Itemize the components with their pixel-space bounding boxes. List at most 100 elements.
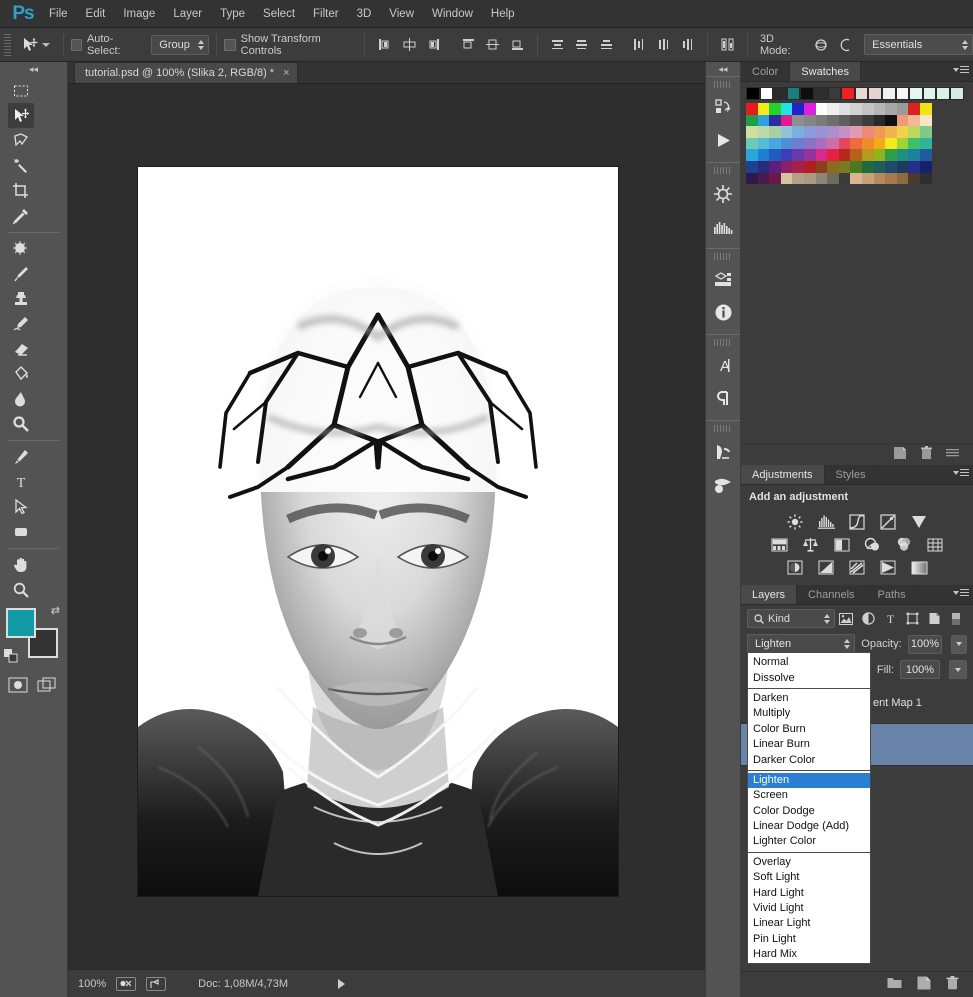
invert-icon[interactable] [787,559,804,576]
color-balance-icon[interactable] [802,536,819,553]
swatch-cell[interactable] [781,103,793,115]
opacity-slider-arrow-icon[interactable] [951,635,967,654]
swatch-cell[interactable] [850,103,862,115]
swatch-recent[interactable] [746,87,760,100]
menu-file[interactable]: File [40,4,77,24]
swatch-recent[interactable] [868,87,882,100]
curves-icon[interactable] [849,513,866,530]
blend-mode-dropdown[interactable]: Lighten [747,634,855,654]
swatch-recent[interactable] [855,87,869,100]
blur-tool[interactable] [8,386,34,411]
swatch-cell[interactable] [920,115,932,127]
history-brush-tool[interactable] [8,311,34,336]
swatch-recent[interactable] [896,87,910,100]
distribute-bottom-edges-button[interactable] [596,34,617,56]
hand-tool[interactable] [8,552,34,577]
menu-image[interactable]: Image [114,4,164,24]
swatch-cell[interactable] [874,138,886,150]
swatch-cell[interactable] [769,161,781,173]
vibrance-icon[interactable] [911,513,928,530]
document-tab[interactable]: tutorial.psd @ 100% (Slika 2, RGB/8) * × [74,62,298,83]
blend-mode-option[interactable]: Linear Dodge (Add) [748,819,870,834]
blend-mode-option[interactable]: Dissolve [748,671,870,686]
swatch-cell[interactable] [897,149,909,161]
edit-in-quick-mask-mode-button[interactable] [8,672,29,697]
options-bar-grip[interactable] [4,34,11,56]
swatch-cell[interactable] [874,126,886,138]
distribute-top-edges-button[interactable] [547,34,568,56]
spot-healing-brush-tool[interactable] [8,236,34,261]
menu-view[interactable]: View [380,4,423,24]
swatch-recent[interactable] [787,87,801,100]
3d-orbit-icon[interactable] [811,34,832,56]
swatch-cell[interactable] [792,103,804,115]
info-icon[interactable] [706,296,740,329]
panel-menu-icon[interactable] [953,66,969,73]
swatch-cell[interactable] [758,138,770,150]
swatch-cell[interactable] [920,149,932,161]
blend-mode-option[interactable]: Darken [748,691,870,706]
swatch-cell[interactable] [758,161,770,173]
swatch-cell[interactable] [920,138,932,150]
photo-filter-icon[interactable] [864,536,881,553]
swatch-cell[interactable] [827,138,839,150]
swatch-cell[interactable] [769,149,781,161]
swatch-cell[interactable] [908,161,920,173]
tab-layers[interactable]: Layers [741,585,797,604]
blend-mode-option[interactable]: Lighten [748,773,870,788]
align-left-edges-button[interactable] [374,34,395,56]
blend-mode-option[interactable]: Hard Light [748,886,870,901]
swatch-recent[interactable] [882,87,896,100]
blend-mode-option[interactable]: Normal [748,655,870,670]
swatch-cell[interactable] [908,103,920,115]
share-icon[interactable] [146,977,166,991]
swatch-cell[interactable] [827,126,839,138]
swatch-cell[interactable] [908,126,920,138]
swatches-grid[interactable] [746,103,941,184]
black-white-icon[interactable] [833,536,850,553]
swatch-cell[interactable] [885,103,897,115]
swatch-cell[interactable] [850,161,862,173]
layer-filter-kind-dropdown[interactable]: Kind [747,609,835,628]
swatch-cell[interactable] [920,173,932,185]
menu-select[interactable]: Select [254,4,304,24]
swatch-cell[interactable] [885,138,897,150]
swatch-cell[interactable] [804,149,816,161]
swatch-cell[interactable] [839,173,851,185]
new-group-icon[interactable] [887,977,902,992]
swatch-recent[interactable] [936,87,950,100]
crop-tool[interactable] [8,178,34,203]
move-tool[interactable] [8,103,34,128]
panel-menu-icon[interactable] [953,589,969,596]
tab-styles[interactable]: Styles [825,465,878,484]
swatch-cell[interactable] [885,173,897,185]
swatch-cell[interactable] [897,173,909,185]
swatch-cell[interactable] [908,173,920,185]
swatch-cell[interactable] [862,103,874,115]
swatch-cell[interactable] [885,149,897,161]
rectangle-tool[interactable] [8,519,34,544]
swatch-cell[interactable] [874,103,886,115]
paint-bucket-tool[interactable] [8,361,34,386]
swatch-recent[interactable] [841,87,855,100]
swatch-cell[interactable] [746,173,758,185]
threshold-icon[interactable] [849,559,866,576]
brush-tool[interactable] [8,261,34,286]
swatch-cell[interactable] [781,138,793,150]
dock-grip[interactable] [714,425,732,432]
show-transform-controls-checkbox[interactable] [224,39,235,51]
swatch-recent[interactable] [773,87,787,100]
filter-shape-icon[interactable] [901,609,923,628]
blend-mode-option[interactable]: Linear Burn [748,737,870,752]
panel-menu-icon[interactable] [953,469,969,476]
swatch-recent[interactable] [909,87,923,100]
workspace-switcher[interactable]: Essentials [864,34,973,55]
swatch-cell[interactable] [758,115,770,127]
panel-options-icon[interactable] [946,447,959,462]
dock-grip[interactable] [714,339,732,346]
swatch-cell[interactable] [862,173,874,185]
exposure-icon[interactable] [880,513,897,530]
swatch-cell[interactable] [862,161,874,173]
swatch-cell[interactable] [816,161,828,173]
align-top-edges-button[interactable] [458,34,479,56]
